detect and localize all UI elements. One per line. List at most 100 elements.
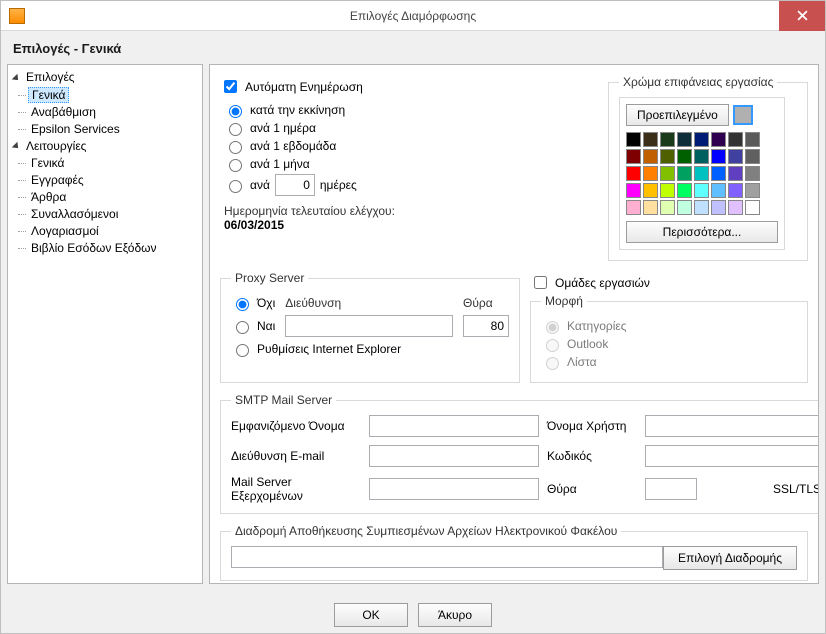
proxy-port-input[interactable] <box>463 315 509 337</box>
proxy-ie-radio[interactable]: Ρυθμίσεις Internet Explorer <box>231 341 509 357</box>
color-swatch[interactable] <box>745 132 760 147</box>
smtp-password-label: Κωδικός <box>547 449 637 463</box>
color-swatch[interactable] <box>626 149 641 164</box>
update-monthly-radio[interactable]: ανά 1 μήνα <box>224 156 594 172</box>
tree-node-functions[interactable]: Λειτουργίες <box>23 138 89 155</box>
proxy-legend: Proxy Server <box>231 271 308 285</box>
color-swatch[interactable] <box>660 132 675 147</box>
color-swatch[interactable] <box>711 149 726 164</box>
color-swatch[interactable] <box>694 200 709 215</box>
smtp-password-input[interactable] <box>645 445 819 467</box>
color-swatch[interactable] <box>626 200 641 215</box>
path-browse-button[interactable]: Επιλογή Διαδρομής <box>663 546 797 570</box>
color-swatch[interactable] <box>677 132 692 147</box>
color-swatch[interactable] <box>643 183 658 198</box>
color-palette <box>626 132 778 215</box>
smtp-display-name-label: Εμφανιζόμενο Όνομα <box>231 419 361 433</box>
proxy-port-label: Θύρα <box>463 296 509 310</box>
color-swatch[interactable] <box>677 149 692 164</box>
color-swatch[interactable] <box>728 132 743 147</box>
color-swatch[interactable] <box>728 149 743 164</box>
color-swatch[interactable] <box>643 166 658 181</box>
window-title: Επιλογές Διαμόρφωσης <box>1 9 825 23</box>
color-swatch[interactable] <box>626 166 641 181</box>
color-default-button[interactable]: Προεπιλεγμένο <box>626 104 729 126</box>
color-swatch[interactable] <box>677 200 692 215</box>
color-swatch[interactable] <box>711 183 726 198</box>
smtp-group: SMTP Mail Server Εμφανιζόμενο Όνομα Όνομ… <box>220 393 819 514</box>
tree-node-partners[interactable]: Συναλλασόμενοι <box>28 207 121 221</box>
color-group: Χρώμα επιφάνειας εργασίας Προεπιλεγμένο … <box>608 75 808 261</box>
tree-node-func-general[interactable]: Γενικά <box>28 156 67 170</box>
nav-tree[interactable]: Επιλογές Γενικά Αναβάθμιση Epsilon Servi… <box>7 64 203 584</box>
proxy-yes-radio[interactable]: Ναι <box>231 318 275 334</box>
proxy-no-radio[interactable]: Όχι <box>231 295 275 311</box>
ok-button[interactable]: OK <box>334 603 408 627</box>
proxy-address-label: Διεύθυνση <box>285 296 453 310</box>
color-legend: Χρώμα επιφάνειας εργασίας <box>619 75 777 89</box>
color-more-button[interactable]: Περισσότερα... <box>626 221 778 243</box>
color-swatch[interactable] <box>677 166 692 181</box>
tree-node-epsilon-services[interactable]: Epsilon Services <box>28 122 123 136</box>
update-startup-radio[interactable]: κατά την εκκίνηση <box>224 102 594 118</box>
smtp-port-label: Θύρα <box>547 482 637 496</box>
color-swatch[interactable] <box>660 166 675 181</box>
smtp-username-input[interactable] <box>645 415 819 437</box>
color-swatch[interactable] <box>694 166 709 181</box>
color-swatch[interactable] <box>660 183 675 198</box>
color-swatch[interactable] <box>728 183 743 198</box>
smtp-email-label: Διεύθυνση E-mail <box>231 449 361 463</box>
path-legend: Διαδρομή Αποθήκευσης Συμπιεσμένων Αρχείω… <box>231 524 621 538</box>
color-swatch[interactable] <box>660 200 675 215</box>
color-swatch[interactable] <box>745 200 760 215</box>
update-daily-radio[interactable]: ανά 1 ημέρα <box>224 120 594 136</box>
color-swatch[interactable] <box>745 166 760 181</box>
tree-node-income-expense[interactable]: Βιβλίο Εσόδων Εξόδων <box>28 241 160 255</box>
chevron-down-icon[interactable] <box>12 73 21 82</box>
close-icon <box>797 10 808 21</box>
path-input[interactable] <box>231 546 663 568</box>
chevron-down-icon[interactable] <box>12 142 21 151</box>
smtp-port-input[interactable] <box>645 478 697 500</box>
color-swatch[interactable] <box>660 149 675 164</box>
update-every-radio[interactable]: ανά ημέρες <box>224 174 594 196</box>
color-swatch[interactable] <box>745 183 760 198</box>
smtp-email-input[interactable] <box>369 445 539 467</box>
update-every-days-input[interactable] <box>275 174 315 196</box>
tree-node-articles[interactable]: Άρθρα <box>28 190 69 204</box>
smtp-outgoing-input[interactable] <box>369 478 539 500</box>
color-swatch[interactable] <box>643 200 658 215</box>
color-swatch[interactable] <box>728 166 743 181</box>
workgroups-checkbox[interactable]: Ομάδες εργασιών <box>530 273 808 292</box>
color-swatch[interactable] <box>626 183 641 198</box>
color-swatch[interactable] <box>694 132 709 147</box>
color-current-swatch[interactable] <box>733 105 753 125</box>
auto-update-checkbox[interactable]: Αυτόματη Ενημέρωση <box>220 77 594 96</box>
color-swatch[interactable] <box>711 166 726 181</box>
update-weekly-radio[interactable]: ανά 1 εβδομάδα <box>224 138 594 154</box>
color-swatch[interactable] <box>626 132 641 147</box>
smtp-display-name-input[interactable] <box>369 415 539 437</box>
color-swatch[interactable] <box>694 183 709 198</box>
last-check-value: 06/03/2015 <box>224 218 284 232</box>
color-swatch[interactable] <box>694 149 709 164</box>
color-swatch[interactable] <box>643 149 658 164</box>
color-swatch[interactable] <box>677 183 692 198</box>
cancel-button[interactable]: Άκυρο <box>418 603 492 627</box>
color-swatch[interactable] <box>711 200 726 215</box>
auto-update-input[interactable] <box>224 80 237 93</box>
color-swatch[interactable] <box>711 132 726 147</box>
form-outlook-radio: Outlook <box>541 336 797 352</box>
tree-node-upgrade[interactable]: Αναβάθμιση <box>28 105 99 119</box>
color-swatch[interactable] <box>728 200 743 215</box>
color-swatch[interactable] <box>745 149 760 164</box>
tree-node-options[interactable]: Επιλογές <box>23 69 78 86</box>
color-swatch[interactable] <box>643 132 658 147</box>
app-icon <box>9 8 25 24</box>
workgroups-input[interactable] <box>534 276 547 289</box>
close-button[interactable] <box>779 1 825 31</box>
tree-node-general[interactable]: Γενικά <box>28 87 69 103</box>
tree-node-records[interactable]: Εγγραφές <box>28 173 87 187</box>
tree-node-accounts[interactable]: Λογαριασμοί <box>28 224 102 238</box>
proxy-address-input[interactable] <box>285 315 453 337</box>
